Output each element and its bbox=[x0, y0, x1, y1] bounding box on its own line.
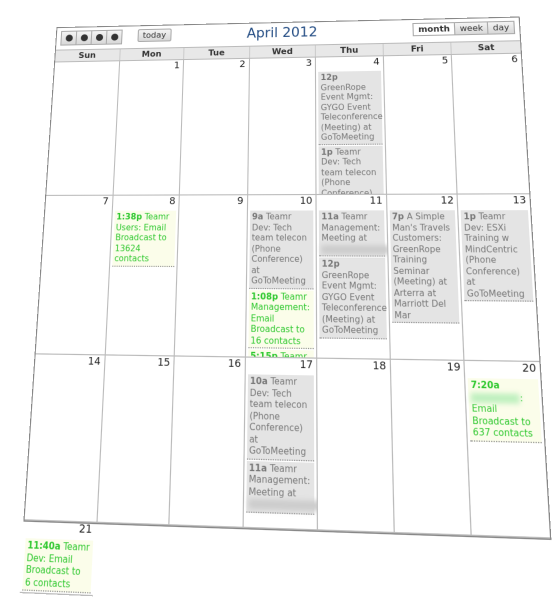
day-number: 15 bbox=[157, 357, 171, 370]
event-time: 12p bbox=[321, 258, 340, 269]
day-number: 14 bbox=[87, 356, 101, 369]
redacted-text bbox=[321, 244, 390, 254]
month-grid: 1 2 3 4 12p GreenRope Event Mgmt: GYGO Event… bbox=[19, 53, 554, 612]
calendar-event[interactable]: 9a Teamr Dev: Tech team telecon (Phone C… bbox=[248, 210, 314, 289]
calendar-event[interactable]: 1p Teamr Dev: Tech team telecon (Phone C… bbox=[318, 145, 385, 196]
day-number: 6 bbox=[511, 54, 519, 66]
event-time: 9a bbox=[251, 211, 264, 222]
weekday-sun: Sun bbox=[78, 50, 97, 61]
day-cell[interactable]: 6 bbox=[451, 53, 530, 195]
week-view-button[interactable]: week bbox=[454, 21, 489, 36]
calendar-event[interactable]: 10a Teamr Dev: Tech team telecon (Phone … bbox=[246, 374, 315, 461]
event-title: GreenRope Event Mgmt: GYGO Event Telecon… bbox=[321, 269, 388, 336]
day-cell[interactable]: 1 bbox=[112, 60, 184, 196]
event-time: 1p bbox=[463, 211, 477, 222]
day-cell[interactable]: 17 10a Teamr Dev: Tech team telecon (Phon… bbox=[242, 357, 318, 531]
redacted-text bbox=[248, 498, 318, 512]
day-number bbox=[54, 61, 118, 75]
day-cell[interactable]: 2 bbox=[178, 58, 249, 196]
day-number: 20 bbox=[521, 363, 537, 376]
day-number: 7 bbox=[102, 196, 109, 208]
calendar-event[interactable]: 7p A Simple Man's Travels Customers: Gre… bbox=[389, 210, 460, 324]
day-cell[interactable]: 16 bbox=[168, 356, 245, 528]
calendar-event[interactable]: 11a Teamr Management: Meeting at bbox=[245, 460, 318, 515]
calendar-event[interactable]: 11a Teamr Management: Meeting at bbox=[319, 210, 390, 257]
event-time: 11:40a bbox=[27, 539, 61, 553]
day-view-button[interactable]: day bbox=[487, 20, 516, 35]
day-cell[interactable]: 9 bbox=[173, 195, 247, 358]
day-cell[interactable]: 14 bbox=[24, 354, 105, 523]
calendar-event[interactable]: 12p GreenRope Event Mgmt: GYGO Event Tel… bbox=[319, 257, 388, 339]
event-time: 11a bbox=[321, 211, 339, 222]
month-view-button[interactable]: month bbox=[412, 22, 456, 37]
day-cell[interactable]: 12 7p A Simple Man's Travels Customers: G… bbox=[385, 194, 464, 361]
event-title: GreenRope Event Mgmt: GYGO Event Telecon… bbox=[320, 81, 383, 142]
day-number: 21 bbox=[78, 523, 93, 537]
day-cell[interactable] bbox=[46, 61, 119, 196]
calendar-event[interactable]: 1:08p Teamr Management: Email Broadcast … bbox=[248, 289, 315, 350]
day-cell[interactable]: 19 bbox=[389, 359, 472, 536]
day-cell[interactable]: 15 bbox=[95, 355, 174, 526]
event-title: Teamr Dev: ESXi Training w MindCentric (… bbox=[463, 211, 525, 299]
calendar-event[interactable]: 7:20a : Email Broadcast to 637 contacts bbox=[468, 378, 542, 443]
day-cell[interactable]: 3 bbox=[246, 57, 316, 196]
day-number: 11 bbox=[369, 195, 383, 208]
weekday-tue: Tue bbox=[183, 46, 249, 60]
event-title: A Simple Man's Travels Customers: GreenR… bbox=[392, 211, 451, 321]
event-time: 1:08p bbox=[250, 290, 279, 302]
event-time: 11a bbox=[248, 461, 268, 474]
day-cell[interactable]: 20 7:20a : Email Broadcast to 637 contact… bbox=[463, 360, 551, 539]
day-cell[interactable]: 8 1:38p Teamr Users: Email Broadcast to 1… bbox=[104, 195, 179, 357]
event-title: Teamr Dev: Tech team telecon (Phone Conf… bbox=[251, 211, 307, 286]
event-time: 1:38p bbox=[116, 211, 143, 222]
calendar-event[interactable]: 12p GreenRope Event Mgmt: GYGO Event Tel… bbox=[318, 70, 383, 145]
weekday-mon: Mon bbox=[118, 48, 184, 61]
day-number: 19 bbox=[446, 361, 461, 375]
day-number: 13 bbox=[512, 195, 527, 207]
day-cell[interactable]: 7 bbox=[35, 195, 113, 356]
day-number: 2 bbox=[239, 59, 246, 71]
day-cell[interactable]: 13 1p Teamr Dev: ESXi Training w MindCent… bbox=[456, 194, 540, 363]
event-time: 1p bbox=[321, 146, 333, 157]
calendar-event[interactable]: 1:38p Teamr Users: Email Broadcast to 13… bbox=[111, 210, 177, 267]
weekday-thu: Thu bbox=[315, 44, 383, 57]
day-cell[interactable]: 11 11a Teamr Management: Meeting at 12p G… bbox=[315, 194, 390, 360]
day-number: 10 bbox=[299, 196, 313, 208]
weekday-fri: Fri bbox=[382, 42, 452, 56]
day-number: 12 bbox=[440, 195, 455, 207]
redacted-text bbox=[471, 392, 521, 404]
day-cell[interactable]: 4 12p GreenRope Event Mgmt: GYGO Event Te… bbox=[315, 56, 386, 196]
calendar-event[interactable]: 11:40a Teamr Dev: Email Broadcast to 6 c… bbox=[22, 538, 93, 594]
event-title: Teamr Dev: Tech team telecon (Phone Conf… bbox=[248, 375, 308, 458]
day-number: 9 bbox=[237, 196, 244, 208]
day-number: 4 bbox=[373, 57, 380, 68]
event-time: 7p bbox=[391, 211, 405, 222]
weekday-sat: Sat bbox=[450, 41, 521, 54]
day-cell[interactable]: 5 bbox=[382, 55, 457, 195]
day-number: 17 bbox=[299, 359, 313, 372]
event-time: 7:20a bbox=[470, 379, 500, 391]
event-time: 10a bbox=[249, 375, 268, 387]
day-number: 1 bbox=[173, 61, 181, 72]
event-time: 12p bbox=[320, 72, 338, 83]
day-number: 5 bbox=[441, 56, 449, 67]
weekday-wed: Wed bbox=[248, 45, 316, 58]
calendar-event[interactable]: 1p Teamr Dev: ESXi Training w MindCentri… bbox=[461, 210, 534, 302]
day-number: 18 bbox=[372, 360, 387, 374]
day-cell[interactable]: 10 9a Teamr Dev: Tech team telecon (Phone… bbox=[244, 195, 317, 359]
day-number: 8 bbox=[169, 196, 176, 208]
day-number: 16 bbox=[227, 358, 242, 371]
day-cell[interactable]: 18 bbox=[316, 358, 394, 534]
calendar: today April 2012 month week day Sun Mon Tu… bbox=[19, 16, 552, 597]
day-number: 3 bbox=[305, 58, 313, 69]
day-cell[interactable]: 21 11:40a Teamr Dev: Email Broadcast to 6… bbox=[19, 520, 96, 597]
